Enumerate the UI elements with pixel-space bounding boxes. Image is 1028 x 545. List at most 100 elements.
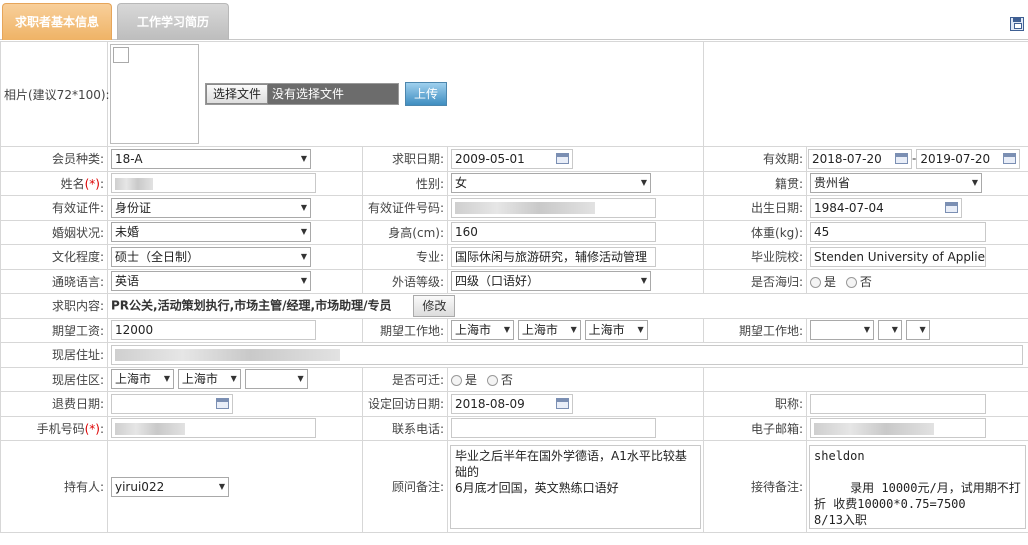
advisor-note-textarea[interactable]: 毕业之后半年在国外学德语，A1水平比较基础的 6月底才回国，英文熟练口语好 bbox=[450, 444, 702, 529]
returnee-yes-radio[interactable] bbox=[810, 276, 822, 288]
choose-file-button[interactable]: 选择文件 bbox=[206, 84, 269, 104]
owner-label: 持有人: bbox=[0, 440, 108, 533]
birth-label: 出生日期: bbox=[703, 195, 808, 221]
work-place2-district-select[interactable] bbox=[905, 320, 930, 341]
id-type-label: 有效证件: bbox=[0, 195, 108, 221]
education-select[interactable]: 硕士（全日制） bbox=[111, 246, 311, 267]
name-label: 姓名 bbox=[60, 176, 85, 191]
weight-label: 体重(kg): bbox=[703, 219, 808, 245]
height-label: 身高(cm): bbox=[362, 219, 448, 245]
redacted-address bbox=[115, 349, 340, 362]
validity-from-value: 2018-07-20 bbox=[812, 151, 882, 166]
job-date-label: 求职日期: bbox=[362, 146, 448, 172]
name-input[interactable] bbox=[111, 173, 316, 194]
work-place-city-select[interactable]: 上海市 bbox=[517, 320, 581, 341]
birth-date-value: 1984-07-04 bbox=[814, 200, 884, 215]
relocate-yes-radio[interactable] bbox=[451, 374, 462, 386]
photo-label: 相片(建议72*100): bbox=[0, 41, 110, 147]
validity-from-input[interactable]: 2018-07-20 bbox=[808, 148, 913, 169]
calendar-icon[interactable] bbox=[1003, 152, 1017, 164]
email-input[interactable] bbox=[810, 418, 987, 439]
calendar-icon[interactable] bbox=[895, 152, 909, 164]
tab-work-study-resume[interactable]: 工作学习简历 bbox=[117, 3, 229, 40]
save-icon[interactable] bbox=[1010, 17, 1024, 31]
language-select[interactable]: 英语 bbox=[111, 271, 311, 292]
validity-to-input[interactable]: 2019-07-20 bbox=[916, 148, 1021, 169]
gender-select[interactable]: 女 bbox=[451, 173, 651, 194]
upload-button[interactable]: 上传 bbox=[405, 82, 448, 106]
calendar-icon[interactable] bbox=[556, 397, 569, 409]
modify-button[interactable]: 修改 bbox=[413, 294, 456, 317]
candidate-form: 相片(建议72*100): 选择文件没有选择文件 上传 会员种类: 18-A 求… bbox=[0, 41, 1028, 533]
calendar-icon[interactable] bbox=[216, 397, 229, 409]
district-label: 现居住区: bbox=[0, 366, 108, 392]
calendar-icon[interactable] bbox=[945, 201, 959, 213]
address-input[interactable] bbox=[111, 344, 1023, 365]
origin-select[interactable]: 贵州省 bbox=[810, 173, 983, 194]
tab-basic-info[interactable]: 求职者基本信息 bbox=[2, 3, 112, 40]
district-area-select[interactable] bbox=[244, 369, 308, 390]
returnee-no-radio[interactable] bbox=[845, 276, 857, 288]
redacted-mobile bbox=[115, 422, 185, 435]
work-place-province-select[interactable]: 上海市 bbox=[451, 320, 514, 341]
member-type-select[interactable]: 18-A bbox=[111, 148, 311, 169]
id-number-label: 有效证件号码: bbox=[362, 195, 448, 221]
major-label: 专业: bbox=[362, 244, 448, 270]
phone-input[interactable] bbox=[451, 418, 656, 439]
redacted-id-number bbox=[455, 202, 595, 215]
file-chooser[interactable]: 选择文件 没有选择文件 bbox=[205, 83, 400, 105]
district-province-select[interactable]: 上海市 bbox=[111, 369, 174, 390]
salary-input[interactable]: 12000 bbox=[111, 320, 316, 341]
owner-select[interactable]: yirui022 bbox=[111, 476, 229, 497]
revisit-date-input[interactable]: 2018-08-09 bbox=[451, 393, 573, 414]
relocate-no-label: 否 bbox=[500, 372, 513, 387]
file-status: 没有选择文件 bbox=[272, 87, 345, 101]
phone-label: 联系电话: bbox=[362, 415, 448, 441]
marital-select[interactable]: 未婚 bbox=[111, 222, 311, 243]
lang-level-label: 外语等级: bbox=[362, 268, 448, 294]
reception-note-textarea[interactable]: sheldon 录用 10000元/月，试用期不打折 收费10000*0.75=… bbox=[809, 444, 1027, 529]
work-place2-province-select[interactable] bbox=[810, 320, 875, 341]
address-label: 现居住址: bbox=[0, 342, 108, 368]
photo-placeholder bbox=[110, 44, 199, 144]
revisit-date-label: 设定回访日期: bbox=[362, 391, 448, 417]
lang-level-select[interactable]: 四级（口语好） bbox=[451, 271, 651, 292]
weight-input[interactable]: 45 bbox=[810, 222, 987, 243]
refund-date-input[interactable] bbox=[111, 393, 233, 414]
work-place-label: 期望工作地: bbox=[362, 317, 448, 343]
returnee-no-label: 否 bbox=[859, 274, 872, 289]
revisit-date-value: 2018-08-09 bbox=[455, 396, 525, 411]
member-type-label: 会员种类: bbox=[0, 146, 108, 172]
id-type-select[interactable]: 身份证 bbox=[111, 197, 311, 218]
height-input[interactable]: 160 bbox=[451, 222, 656, 243]
refund-date-label: 退费日期: bbox=[0, 391, 108, 417]
language-label: 通晓语言: bbox=[0, 268, 108, 294]
relocate-label: 是否可迁: bbox=[362, 366, 448, 392]
work-place2-label: 期望工作地: bbox=[703, 317, 808, 343]
required-mark: (*) bbox=[84, 176, 100, 191]
title-input[interactable] bbox=[810, 393, 987, 414]
calendar-icon[interactable] bbox=[556, 152, 569, 164]
work-place-district-select[interactable]: 上海市 bbox=[584, 320, 648, 341]
mobile-label: 手机号码 bbox=[36, 421, 85, 436]
major-input[interactable]: 国际休闲与旅游研究，辅修活动管理 bbox=[451, 246, 656, 267]
job-date-input[interactable]: 2009-05-01 bbox=[451, 148, 573, 169]
mobile-input[interactable] bbox=[111, 418, 316, 439]
redacted-email bbox=[814, 422, 935, 435]
validity-to-value: 2019-07-20 bbox=[920, 151, 991, 166]
reception-note-label: 接待备注: bbox=[703, 440, 808, 533]
school-label: 毕业院校: bbox=[703, 244, 808, 270]
relocate-no-radio[interactable] bbox=[486, 374, 498, 386]
email-label: 电子邮箱: bbox=[703, 415, 808, 441]
tab-bar: 求职者基本信息 工作学习简历 bbox=[0, 0, 1028, 40]
school-input[interactable]: Stenden University of Applied bbox=[810, 246, 987, 267]
id-number-input[interactable] bbox=[451, 197, 656, 218]
gender-label: 性别: bbox=[362, 170, 448, 196]
birth-date-input[interactable]: 1984-07-04 bbox=[810, 197, 963, 218]
origin-label: 籍贯: bbox=[703, 170, 808, 196]
returnee-yes-label: 是 bbox=[824, 274, 837, 289]
district-city-select[interactable]: 上海市 bbox=[177, 369, 241, 390]
required-mark: (*) bbox=[84, 421, 100, 436]
work-place2-city-select[interactable] bbox=[877, 320, 902, 341]
validity-label: 有效期: bbox=[703, 146, 808, 172]
